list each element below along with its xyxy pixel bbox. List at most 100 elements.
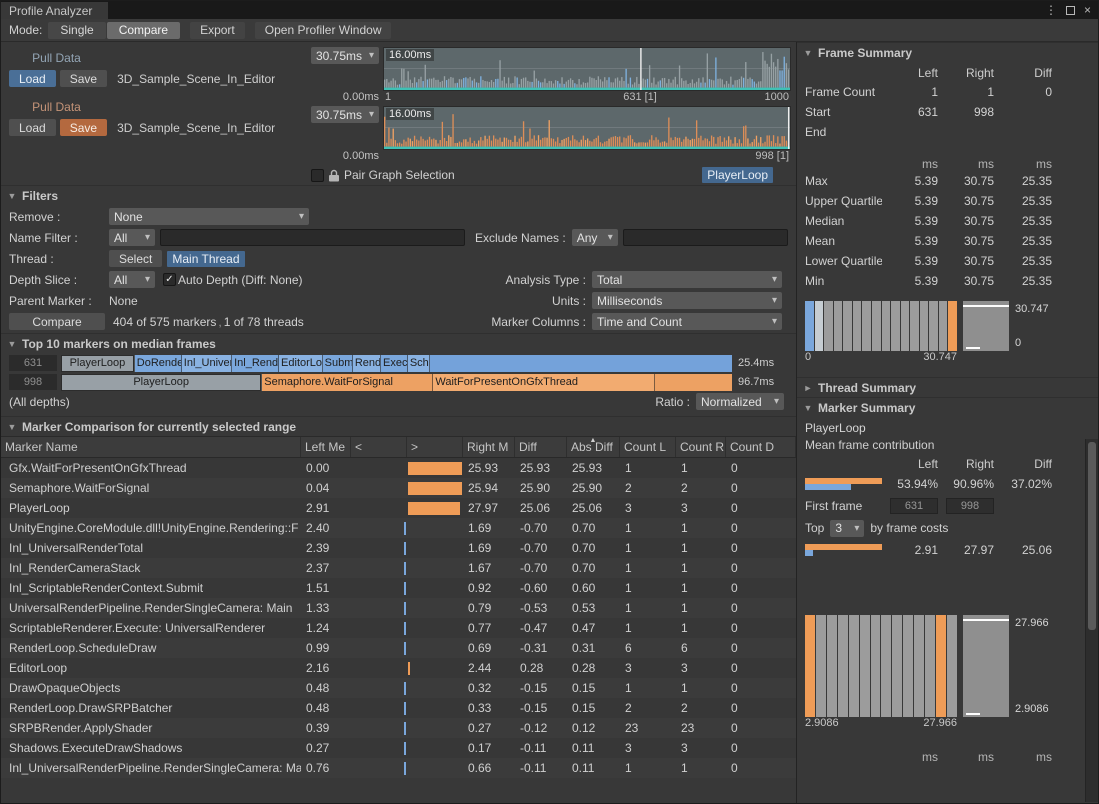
marker-segment[interactable]: Sch — [408, 355, 430, 372]
cell-abs-diff: 0.60 — [567, 578, 620, 598]
column-header-abs-diff[interactable]: ▲Abs Diff — [567, 437, 620, 457]
marker-segment[interactable]: WaitForPresentOnGfxThread — [433, 374, 654, 391]
table-row[interactable]: RenderLoop.ScheduleDraw0.990.69-0.310.31… — [1, 638, 796, 658]
frame-time-graph-left[interactable]: 16.00ms — [383, 47, 791, 91]
selected-marker-name: PlayerLoop — [797, 417, 1098, 435]
column-header--[interactable]: < — [351, 437, 407, 457]
open-profiler-window-button[interactable]: Open Profiler Window — [255, 22, 392, 39]
table-row[interactable]: Gfx.WaitForPresentOnGfxThread0.0025.9325… — [1, 458, 796, 478]
marker-segment[interactable]: PlayerLoop — [61, 374, 262, 391]
cell-diff: 0.28 — [515, 658, 567, 678]
exclude-names-input[interactable] — [623, 229, 788, 246]
pull-data-left-button[interactable]: Pull Data — [9, 50, 104, 65]
cell-count-left: 1 — [620, 678, 676, 698]
table-row[interactable]: Semaphore.WaitForSignal0.0425.9425.9025.… — [1, 478, 796, 498]
column-header-count-r[interactable]: Count R — [676, 437, 726, 457]
export-button[interactable]: Export — [190, 22, 245, 39]
right-graph-scale-dropdown[interactable]: 30.75ms ▾ — [311, 106, 379, 123]
column-header-count-l[interactable]: Count L — [620, 437, 676, 457]
column-header--[interactable]: > — [407, 437, 463, 457]
cell-count-right: 23 — [676, 718, 726, 738]
window-tab[interactable]: Profile Analyzer — [1, 2, 108, 19]
table-row[interactable]: Inl_RenderCameraStack2.371.67-0.700.7011… — [1, 558, 796, 578]
marker-segment[interactable]: EditorLoo — [279, 355, 323, 372]
table-row[interactable]: RenderLoop.DrawSRPBatcher0.480.33-0.150.… — [1, 698, 796, 718]
column-header-right-m[interactable]: Right M — [463, 437, 515, 457]
table-row[interactable]: PlayerLoop2.9127.9725.0625.06330 — [1, 498, 796, 518]
compare-button[interactable]: Compare — [9, 313, 105, 330]
right-pane-scrollbar[interactable] — [1085, 439, 1098, 802]
filters-header[interactable]: ▼ Filters — [1, 185, 796, 205]
marker-segment[interactable]: Exec — [381, 355, 408, 372]
column-header-left-me[interactable]: Left Me — [301, 437, 351, 457]
summary-row: Median5.3930.7525.35 — [797, 211, 1098, 231]
cell-count-diff: 0 — [726, 558, 796, 578]
table-row[interactable]: Inl_UniversalRenderPipeline.RenderSingle… — [1, 758, 796, 778]
marker-segment[interactable]: Submi — [323, 355, 353, 372]
units-dropdown[interactable]: Milliseconds ▾ — [592, 292, 782, 309]
remove-dropdown[interactable]: None ▾ — [109, 208, 309, 225]
contribution-right: 90.96% — [938, 477, 994, 491]
exclude-mode-dropdown[interactable]: Any ▾ — [572, 229, 618, 246]
save-right-button[interactable]: Save — [60, 119, 107, 136]
marker-segment[interactable]: Inl_Render — [232, 355, 279, 372]
marker-segment[interactable]: DoRenderl — [135, 355, 182, 372]
table-row[interactable]: Shadows.ExecuteDrawShadows0.270.17-0.110… — [1, 738, 796, 758]
marker-segment[interactable]: Inl_Univers — [182, 355, 232, 372]
marker-summary-header[interactable]: ▼ Marker Summary — [797, 397, 1098, 417]
left-dataset-name: 3D_Sample_Scene_In_Editor — [117, 72, 275, 86]
frame-time-graph-right[interactable]: 16.00ms — [383, 106, 791, 150]
column-header-diff[interactable]: Diff — [515, 437, 567, 457]
load-left-button[interactable]: Load — [9, 70, 56, 87]
tab-compare[interactable]: Compare — [107, 22, 180, 39]
top-n-dropdown[interactable]: 3 ▾ — [830, 520, 864, 537]
table-row[interactable]: DrawOpaqueObjects0.480.32-0.150.15110 — [1, 678, 796, 698]
first-frame-right-button[interactable]: 998 — [946, 498, 994, 514]
top10-header[interactable]: ▼ Top 10 markers on median frames — [1, 333, 796, 353]
marker-segment[interactable] — [430, 355, 732, 372]
cell-count-diff: 0 — [726, 758, 796, 778]
marker-summary-subtitle: Mean frame contribution — [797, 435, 1098, 453]
auto-depth-checkbox[interactable]: ✓ — [163, 273, 176, 286]
marker-segment[interactable]: PlayerLoop — [61, 355, 135, 372]
table-row[interactable]: ScriptableRenderer.Execute: UniversalRen… — [1, 618, 796, 638]
table-row[interactable]: Inl_UniversalRenderTotal2.391.69-0.700.7… — [1, 538, 796, 558]
maximize-icon[interactable] — [1066, 6, 1075, 15]
marker-columns-dropdown[interactable]: Time and Count ▾ — [592, 313, 782, 330]
marker-segment[interactable]: Semaphore.WaitForSignal — [262, 374, 433, 391]
name-filter-input[interactable] — [160, 229, 465, 246]
marker-comparison-header[interactable]: ▼ Marker Comparison for currently select… — [1, 416, 796, 436]
ratio-dropdown[interactable]: Normalized ▾ — [696, 393, 784, 410]
right-graph-axis: 998 [1] — [383, 150, 791, 163]
name-filter-mode-dropdown[interactable]: All ▾ — [109, 229, 155, 246]
pair-graph-selection-checkbox[interactable] — [311, 169, 324, 182]
thread-summary-header[interactable]: ► Thread Summary — [797, 377, 1098, 397]
table-row[interactable]: SRPBRender.ApplyShader0.390.27-0.120.122… — [1, 718, 796, 738]
depth-slice-dropdown[interactable]: All ▾ — [109, 271, 155, 288]
frame-summary-header[interactable]: ▼ Frame Summary — [797, 42, 1098, 62]
load-right-button[interactable]: Load — [9, 119, 56, 136]
analysis-type-dropdown[interactable]: Total ▾ — [592, 271, 782, 288]
table-row[interactable]: UnityEngine.CoreModule.dll!UnityEngine.R… — [1, 518, 796, 538]
table-row[interactable]: UniversalRenderPipeline.RenderSingleCame… — [1, 598, 796, 618]
name-filter-label: Name Filter : — [9, 231, 109, 245]
column-header-marker-name[interactable]: Marker Name — [1, 437, 301, 457]
table-row[interactable]: Inl_ScriptableRenderContext.Submit1.510.… — [1, 578, 796, 598]
pull-data-right-button[interactable]: Pull Data — [9, 99, 104, 114]
axis-end: 1000 — [765, 91, 789, 103]
column-header-count-d[interactable]: Count D — [726, 437, 796, 457]
close-icon[interactable]: × — [1084, 4, 1091, 16]
first-frame-left-button[interactable]: 631 — [890, 498, 938, 514]
cell-left-median: 2.39 — [301, 538, 351, 558]
scrollbar-thumb[interactable] — [1088, 442, 1096, 630]
contribution-left: 53.94% — [882, 477, 938, 491]
table-row[interactable]: EditorLoop2.162.440.280.28330 — [1, 658, 796, 678]
thread-select-button[interactable]: Select — [109, 250, 162, 267]
histogram-bar — [920, 301, 929, 351]
marker-segment[interactable]: Rende — [353, 355, 381, 372]
left-graph-scale-dropdown[interactable]: 30.75ms ▾ — [311, 47, 379, 64]
marker-segment[interactable] — [655, 374, 732, 391]
tab-single[interactable]: Single — [48, 22, 105, 39]
save-left-button[interactable]: Save — [60, 70, 107, 87]
menu-icon[interactable]: ⋮ — [1045, 4, 1057, 16]
